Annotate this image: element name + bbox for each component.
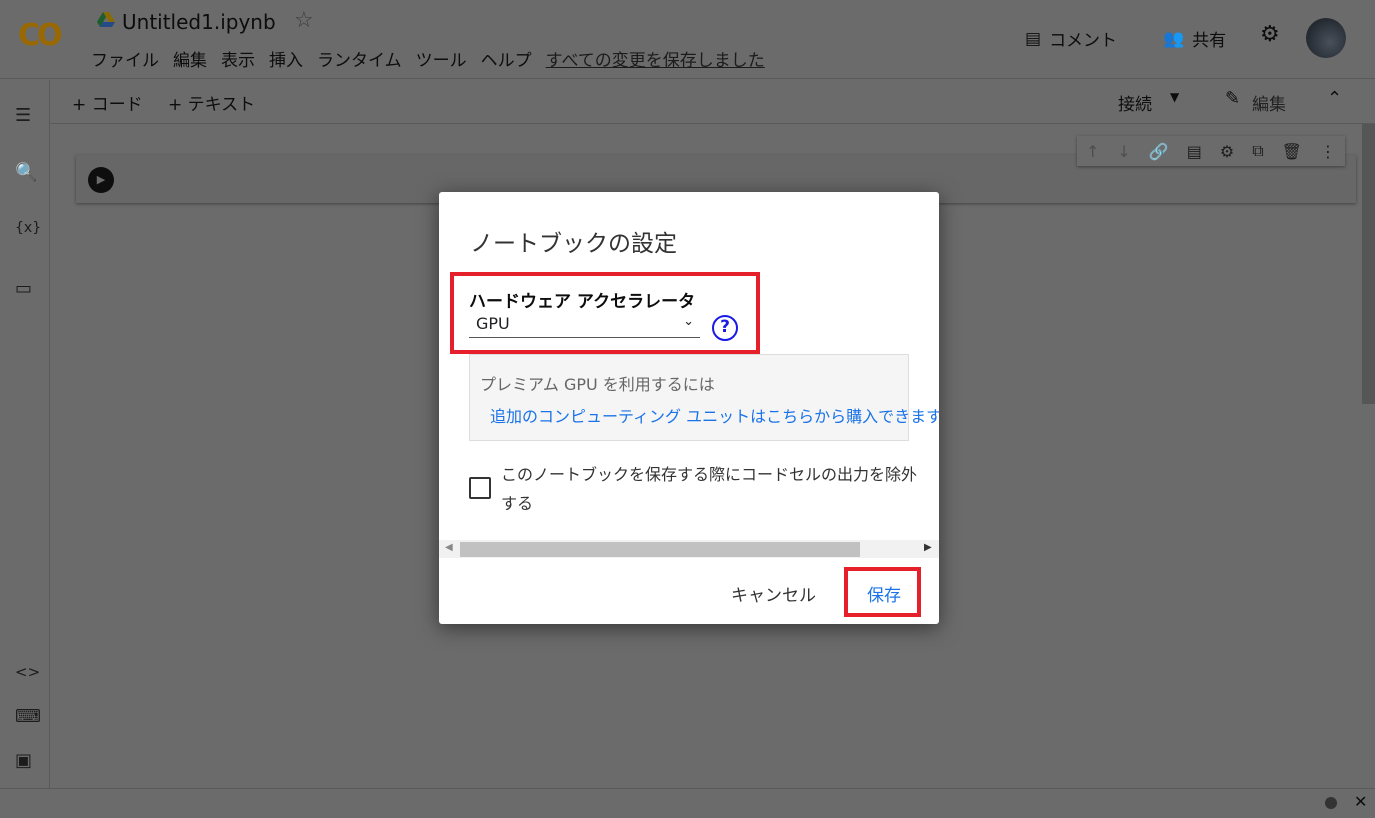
- add-text-button[interactable]: + テキスト: [168, 90, 255, 115]
- gear-icon[interactable]: ⚙: [1220, 142, 1234, 161]
- dialog-title: ノートブックの設定: [470, 231, 677, 257]
- link-icon[interactable]: 🔗: [1149, 142, 1169, 161]
- toolbar: + コード + テキスト 接続 ▼ ✎ 編集 ⌃: [50, 80, 1375, 124]
- notebook-settings-dialog: ノートブックの設定 ハードウェア アクセラレータ GPU ⌄ ? プレミアム GP…: [439, 192, 939, 624]
- edit-button[interactable]: 編集: [1252, 90, 1286, 115]
- purchase-link[interactable]: 追加のコンピューティング ユニットはこちらから購入できます: [490, 403, 939, 427]
- command-palette-icon[interactable]: ⌨: [15, 706, 41, 727]
- move-up-icon[interactable]: ↑: [1086, 142, 1099, 161]
- star-icon[interactable]: ☆: [294, 8, 314, 33]
- scrollbar[interactable]: [1362, 124, 1375, 404]
- toc-icon[interactable]: ☰: [15, 105, 31, 126]
- menu-view[interactable]: 表示: [221, 46, 255, 71]
- code-snippets-icon[interactable]: <>: [15, 663, 40, 681]
- checkbox-label: このノートブックを保存する際にコードセルの出力を除外する: [501, 465, 918, 513]
- colab-logo[interactable]: CO: [18, 18, 62, 53]
- premium-text: プレミアム GPU を利用するには: [480, 375, 715, 394]
- close-icon[interactable]: ✕: [1354, 792, 1367, 811]
- horizontal-scrollbar[interactable]: ◀ ▶: [439, 540, 939, 558]
- connect-button[interactable]: 接続: [1118, 90, 1152, 115]
- delete-icon[interactable]: 🗑: [1282, 142, 1302, 161]
- header: CO Untitled1.ipynb ☆ ファイル 編集 表示 挿入 ランタイム…: [0, 0, 1375, 79]
- saved-status-link[interactable]: すべての変更を保存しました: [546, 46, 765, 71]
- mirror-cell-icon[interactable]: ⧉: [1252, 141, 1263, 161]
- folder-icon[interactable]: ▭: [15, 278, 32, 299]
- help-icon[interactable]: ?: [712, 315, 738, 341]
- people-icon: 👥: [1163, 28, 1185, 49]
- menu-tools[interactable]: ツール: [416, 46, 467, 71]
- collapse-icon[interactable]: ⌃: [1327, 88, 1342, 109]
- menu-help[interactable]: ヘルプ: [481, 46, 532, 71]
- pencil-icon: ✎: [1225, 88, 1241, 109]
- move-down-icon[interactable]: ↓: [1117, 142, 1130, 161]
- scroll-right-icon[interactable]: ▶: [924, 542, 932, 553]
- hardware-accelerator-label: ハードウェア アクセラレータ: [469, 292, 696, 312]
- chevron-down-icon: ⌄: [683, 314, 694, 329]
- drive-icon: [97, 12, 115, 27]
- comment-icon[interactable]: ▤: [1187, 142, 1202, 161]
- hardware-accelerator-select[interactable]: GPU ⌄: [469, 314, 700, 338]
- status-dot-icon: [1325, 797, 1337, 809]
- run-cell-icon[interactable]: ▶: [88, 167, 114, 193]
- search-icon[interactable]: 🔍: [15, 162, 37, 183]
- comment-button[interactable]: ▤ コメント: [1025, 26, 1117, 52]
- share-button[interactable]: 👥 共有: [1163, 26, 1226, 52]
- save-button[interactable]: 保存: [867, 581, 901, 606]
- highlight-box: [450, 272, 760, 354]
- menu-insert[interactable]: 挿入: [269, 46, 303, 71]
- notebook-title[interactable]: Untitled1.ipynb: [122, 10, 276, 34]
- more-icon[interactable]: ⋮: [1320, 142, 1336, 161]
- dropdown-icon[interactable]: ▼: [1170, 90, 1179, 104]
- menu-runtime[interactable]: ランタイム: [317, 46, 402, 71]
- terminal-icon[interactable]: ▣: [15, 750, 32, 771]
- status-bar: ✕: [0, 788, 1375, 818]
- scroll-left-icon[interactable]: ◀: [445, 542, 453, 553]
- cancel-button[interactable]: キャンセル: [731, 581, 816, 606]
- menu-bar: ファイル 編集 表示 挿入 ランタイム ツール ヘルプ すべての変更を保存しまし…: [91, 46, 765, 71]
- menu-edit[interactable]: 編集: [173, 46, 207, 71]
- menu-file[interactable]: ファイル: [91, 46, 159, 71]
- cell-toolbar: ↑ ↓ 🔗 ▤ ⚙ ⧉ 🗑 ⋮: [1077, 136, 1345, 166]
- scrollbar-thumb[interactable]: [460, 542, 860, 557]
- comment-icon: ▤: [1025, 28, 1042, 49]
- add-code-button[interactable]: + コード: [72, 90, 143, 115]
- sidebar: ☰ 🔍 {x} ▭ <> ⌨ ▣: [0, 80, 50, 788]
- omit-output-checkbox[interactable]: [469, 477, 491, 499]
- settings-gear-icon[interactable]: ⚙: [1260, 22, 1280, 47]
- variables-icon[interactable]: {x}: [15, 220, 41, 236]
- premium-gpu-box: プレミアム GPU を利用するには 追加のコンピューティング ユニットはこちらか…: [469, 354, 939, 441]
- avatar[interactable]: [1306, 18, 1346, 58]
